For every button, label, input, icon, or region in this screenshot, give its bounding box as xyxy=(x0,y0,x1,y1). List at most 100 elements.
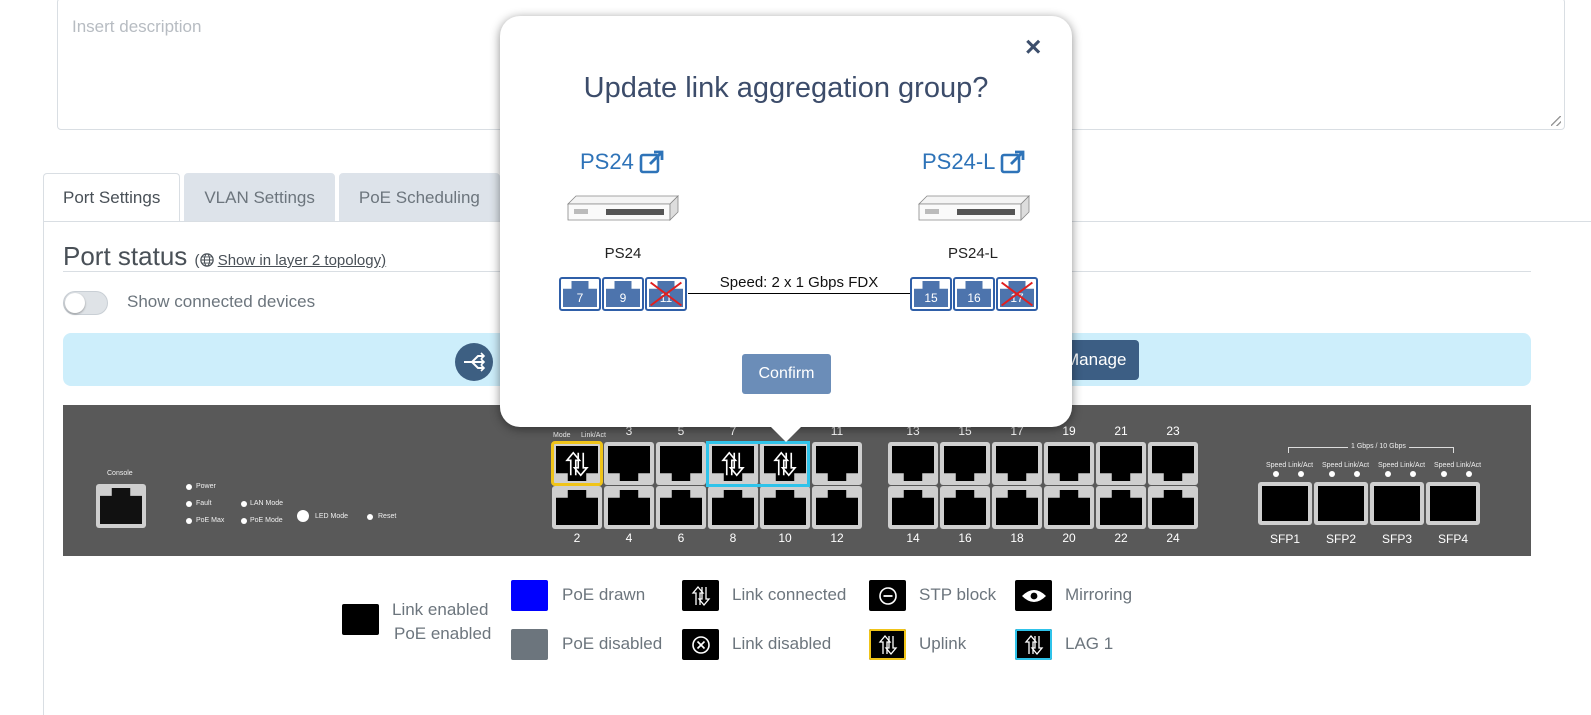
switch-port-4[interactable] xyxy=(604,486,654,529)
lag-port-number: 7 xyxy=(563,281,597,307)
switch-port-19[interactable] xyxy=(1044,442,1094,485)
sfp-led xyxy=(1410,471,1416,477)
right-device-link-text[interactable]: PS24-L xyxy=(922,149,995,175)
legend-mirroring: Mirroring xyxy=(1065,585,1133,604)
sfp-led xyxy=(1385,471,1391,477)
poe-max-led xyxy=(186,518,192,524)
show-connected-devices-toggle[interactable] xyxy=(63,291,108,315)
lag-port: 16 xyxy=(953,277,995,311)
switch-port-3[interactable] xyxy=(604,442,654,485)
sfp-led xyxy=(1466,471,1472,477)
switch-port-12[interactable] xyxy=(812,486,862,529)
switch-port-1[interactable] xyxy=(551,441,603,486)
tab-port-settings[interactable]: Port Settings xyxy=(43,173,181,222)
switch-port-6[interactable] xyxy=(656,486,706,529)
legend-lag: LAG 1 xyxy=(1065,634,1114,653)
tab-bar: Port Settings VLAN Settings PoE Scheduli… xyxy=(43,173,500,222)
switch-port-17[interactable] xyxy=(992,442,1042,485)
link-aggregation-icon xyxy=(455,343,493,381)
sfp-led xyxy=(1273,471,1279,477)
confirm-button[interactable]: Confirm xyxy=(742,354,831,394)
tab-poe-scheduling[interactable]: PoE Scheduling xyxy=(338,173,500,222)
left-device-name: PS24 xyxy=(604,245,642,262)
tab-vlan-settings[interactable]: VLAN Settings xyxy=(184,173,335,222)
led-mode-button[interactable] xyxy=(297,510,309,522)
switch-port-10[interactable] xyxy=(760,486,810,529)
switch-port-2[interactable] xyxy=(552,486,602,529)
switch-port-14[interactable] xyxy=(888,486,938,529)
close-icon[interactable]: × xyxy=(1025,31,1041,63)
legend-uplink: Uplink xyxy=(919,634,967,653)
switch-port-11[interactable] xyxy=(812,442,862,485)
led-label-poe-max: PoE Max xyxy=(196,517,225,524)
led-label-poe-mode: PoE Mode xyxy=(250,517,283,524)
external-link-icon[interactable] xyxy=(639,150,665,174)
switch-port-23[interactable] xyxy=(1148,442,1198,485)
aggregated-link-line xyxy=(688,293,910,294)
switch-port-22[interactable] xyxy=(1096,486,1146,529)
lag-port: 15 xyxy=(910,277,952,311)
external-link-icon[interactable] xyxy=(1000,150,1026,174)
lag-port-removed: 17 xyxy=(996,277,1038,311)
right-device-link[interactable]: PS24-L xyxy=(922,149,1026,175)
resize-handle-icon[interactable] xyxy=(1551,116,1561,126)
legend-link-disabled: Link disabled xyxy=(732,634,832,653)
switch-port-5[interactable] xyxy=(656,442,706,485)
port-number-bottom: 6 xyxy=(677,531,685,545)
legend-link-connected: Link connected xyxy=(732,585,847,604)
port-number-bottom: 24 xyxy=(1166,531,1180,545)
lag-port-number: 9 xyxy=(606,281,640,307)
stp-block-icon xyxy=(869,580,906,611)
switch-port-16[interactable] xyxy=(940,486,990,529)
port-number-bottom: 20 xyxy=(1062,531,1076,545)
link-connected-icon xyxy=(552,442,602,485)
lag-port-number: 16 xyxy=(957,281,991,307)
sfp-port-3[interactable] xyxy=(1370,482,1424,525)
legend-stp-block: STP block xyxy=(919,585,997,604)
console-port[interactable] xyxy=(96,484,146,528)
switch-port-18[interactable] xyxy=(992,486,1042,529)
console-label: Console xyxy=(107,470,133,477)
globe-icon xyxy=(199,253,214,267)
sfp-group-label: 1 Gbps / 10 Gbps xyxy=(1348,443,1409,450)
port-number-bottom: 18 xyxy=(1010,531,1024,545)
switch-port-21[interactable] xyxy=(1096,442,1146,485)
sfp-port-4[interactable] xyxy=(1426,482,1480,525)
sfp-port-1[interactable] xyxy=(1258,482,1312,525)
removed-x-icon xyxy=(1001,281,1033,307)
link-act-label: Link/Act xyxy=(581,432,606,439)
led-label-power: Power xyxy=(196,483,216,490)
mirroring-eye-icon xyxy=(1015,580,1052,611)
left-device-link-text[interactable]: PS24 xyxy=(580,149,634,175)
poe-drawn-swatch xyxy=(511,580,548,611)
link-disabled-icon xyxy=(682,629,719,660)
link-speed-label: Speed: 2 x 1 Gbps FDX xyxy=(719,274,879,291)
description-placeholder: Insert description xyxy=(72,17,202,36)
poe-disabled-swatch xyxy=(511,629,548,660)
lag-port-number: 15 xyxy=(914,281,948,307)
reset-led xyxy=(367,514,373,520)
lag-icon xyxy=(1015,629,1052,660)
switch-port-8[interactable] xyxy=(708,486,758,529)
lag-port: 7 xyxy=(559,277,601,311)
sfp-led-label: Speed Link/Act xyxy=(1434,462,1482,469)
port-status-heading: Port status ( Show in layer 2 topology) xyxy=(63,241,386,272)
port-number-bottom: 8 xyxy=(729,531,737,545)
switch-port-24[interactable] xyxy=(1148,486,1198,529)
led-label-reset: Reset xyxy=(378,513,397,520)
sfp-port-2[interactable] xyxy=(1314,482,1368,525)
switch-port-15[interactable] xyxy=(940,442,990,485)
uplink-icon xyxy=(869,629,906,660)
left-switch-image xyxy=(567,195,679,221)
led-label-led-mode: LED Mode xyxy=(315,513,349,520)
sfp-led xyxy=(1329,471,1335,477)
link-connected-icon xyxy=(682,580,719,611)
switch-port-20[interactable] xyxy=(1044,486,1094,529)
left-device-link[interactable]: PS24 xyxy=(580,149,665,175)
toggle-knob xyxy=(65,293,85,313)
switch-port-13[interactable] xyxy=(888,442,938,485)
port-number-bottom: 22 xyxy=(1114,531,1128,545)
topology-link[interactable]: Show in layer 2 topology) xyxy=(218,252,386,269)
power-led xyxy=(186,484,192,490)
fault-led xyxy=(186,501,192,507)
